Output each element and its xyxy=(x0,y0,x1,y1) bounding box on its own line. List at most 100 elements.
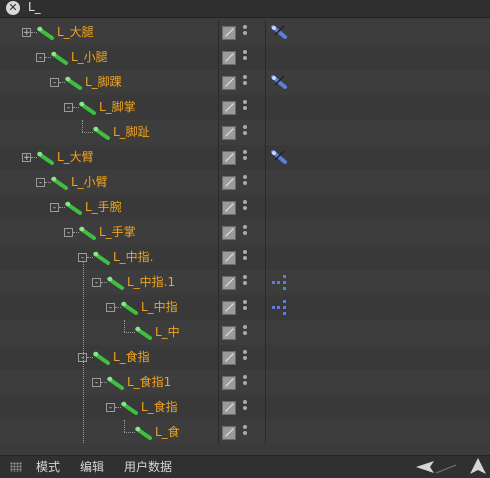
layer-toggle-icon[interactable] xyxy=(222,76,236,90)
visibility-dots-icon[interactable] xyxy=(243,225,247,239)
visibility-dots-icon[interactable] xyxy=(243,400,247,414)
menu-edit[interactable]: 编辑 xyxy=(80,456,104,478)
arrow-up-icon[interactable] xyxy=(470,458,486,476)
visibility-dots-icon[interactable] xyxy=(243,375,247,389)
object-label[interactable]: L_脚踝 xyxy=(85,70,122,95)
bone-tag-icon[interactable] xyxy=(270,24,287,40)
collapse-icon[interactable]: - xyxy=(78,253,87,263)
tree-row[interactable]: - L_手腕 xyxy=(0,195,490,221)
layer-toggle-icon[interactable] xyxy=(222,276,236,290)
object-label[interactable]: L_大臂 xyxy=(57,145,94,170)
collapse-icon[interactable]: - xyxy=(36,178,45,188)
object-label[interactable]: L_中指 xyxy=(141,295,178,320)
layer-toggle-icon[interactable] xyxy=(222,251,236,265)
object-label[interactable]: L_食指1 xyxy=(127,370,171,395)
tree-row[interactable]: - L_小腿 xyxy=(0,45,490,71)
tree-connector xyxy=(124,332,135,333)
expand-icon[interactable]: + xyxy=(22,153,31,163)
tree-row[interactable]: - L_中指. xyxy=(0,245,490,271)
layer-toggle-icon[interactable] xyxy=(222,301,236,315)
collapse-icon[interactable]: - xyxy=(50,78,59,88)
object-label[interactable]: L_手腕 xyxy=(85,195,122,220)
visibility-dots-icon[interactable] xyxy=(243,175,247,189)
object-label[interactable]: L_小臂 xyxy=(71,170,108,195)
tree-row[interactable]: - L_食指 xyxy=(0,345,490,371)
search-input[interactable]: L_ xyxy=(28,0,41,17)
tree-row[interactable]: - L_手掌 xyxy=(0,220,490,246)
tree-row[interactable]: L_脚趾 xyxy=(0,120,490,146)
collapse-icon[interactable]: - xyxy=(64,103,73,113)
visibility-dots-icon[interactable] xyxy=(243,50,247,64)
bone-tag-icon[interactable] xyxy=(270,74,287,90)
close-icon[interactable]: ✕ xyxy=(6,1,20,15)
layer-toggle-icon[interactable] xyxy=(222,326,236,340)
layer-toggle-icon[interactable] xyxy=(222,151,236,165)
tree-row[interactable]: - L_中指 xyxy=(0,295,490,321)
layer-toggle-icon[interactable] xyxy=(222,401,236,415)
tree-row[interactable]: - L_脚掌 xyxy=(0,95,490,121)
menu-mode[interactable]: 模式 xyxy=(36,456,60,478)
tree-row[interactable]: + L_大腿 xyxy=(0,20,490,46)
visibility-dots-icon[interactable] xyxy=(243,75,247,89)
visibility-dots-icon[interactable] xyxy=(243,325,247,339)
object-label[interactable]: L_食指 xyxy=(113,345,150,370)
ik-tag-icon[interactable] xyxy=(270,274,286,290)
search-bar[interactable]: ✕ L_ xyxy=(0,0,490,18)
visibility-dots-icon[interactable] xyxy=(243,275,247,289)
tree-row[interactable]: - L_食指1 xyxy=(0,370,490,396)
bone-icon xyxy=(79,225,97,240)
layer-toggle-icon[interactable] xyxy=(222,101,236,115)
tree-row[interactable]: - L_食指 xyxy=(0,395,490,421)
object-label[interactable]: L_中 xyxy=(155,320,180,345)
object-label[interactable]: L_小腿 xyxy=(71,45,108,70)
bone-tag-icon[interactable] xyxy=(270,149,287,165)
ik-tag-icon[interactable] xyxy=(270,299,286,315)
arrow-left-icon[interactable] xyxy=(416,459,460,476)
bone-icon xyxy=(65,200,83,215)
object-label[interactable]: L_食指 xyxy=(141,395,178,420)
visibility-dots-icon[interactable] xyxy=(243,350,247,364)
object-label[interactable]: L_中指.1 xyxy=(127,270,175,295)
collapse-icon[interactable]: - xyxy=(92,378,101,388)
collapse-icon[interactable]: - xyxy=(106,403,115,413)
tree-row[interactable]: - L_中指.1 xyxy=(0,270,490,296)
object-label[interactable]: L_食 xyxy=(155,420,180,444)
bone-icon xyxy=(107,375,125,390)
visibility-dots-icon[interactable] xyxy=(243,150,247,164)
collapse-icon[interactable]: - xyxy=(36,53,45,63)
visibility-dots-icon[interactable] xyxy=(243,200,247,214)
visibility-dots-icon[interactable] xyxy=(243,300,247,314)
tree-row[interactable]: - L_小臂 xyxy=(0,170,490,196)
visibility-dots-icon[interactable] xyxy=(243,125,247,139)
visibility-dots-icon[interactable] xyxy=(243,100,247,114)
layer-toggle-icon[interactable] xyxy=(222,201,236,215)
tree-row[interactable]: + L_大臂 xyxy=(0,145,490,171)
visibility-dots-icon[interactable] xyxy=(243,425,247,439)
layer-toggle-icon[interactable] xyxy=(222,226,236,240)
layer-toggle-icon[interactable] xyxy=(222,26,236,40)
layer-toggle-icon[interactable] xyxy=(222,426,236,440)
tree-row[interactable]: L_中 xyxy=(0,320,490,346)
collapse-icon[interactable]: - xyxy=(106,303,115,313)
tree-row[interactable]: L_食 xyxy=(0,420,490,444)
layer-toggle-icon[interactable] xyxy=(222,351,236,365)
visibility-dots-icon[interactable] xyxy=(243,250,247,264)
tree-row[interactable]: - L_脚踝 xyxy=(0,70,490,96)
visibility-dots-icon[interactable] xyxy=(243,25,247,39)
object-label[interactable]: L_中指. xyxy=(113,245,154,270)
layer-toggle-icon[interactable] xyxy=(222,176,236,190)
collapse-icon[interactable]: - xyxy=(50,203,59,213)
object-label[interactable]: L_脚趾 xyxy=(113,120,150,145)
layer-toggle-icon[interactable] xyxy=(222,376,236,390)
collapse-icon[interactable]: - xyxy=(92,278,101,288)
expand-icon[interactable]: + xyxy=(22,28,31,38)
object-label[interactable]: L_手掌 xyxy=(99,220,136,245)
layer-toggle-icon[interactable] xyxy=(222,51,236,65)
grip-icon[interactable] xyxy=(10,462,22,472)
object-label[interactable]: L_大腿 xyxy=(57,20,94,45)
object-label[interactable]: L_脚掌 xyxy=(99,95,136,120)
collapse-icon[interactable]: - xyxy=(64,228,73,238)
tree-connector xyxy=(124,432,135,433)
menu-user-data[interactable]: 用户数据 xyxy=(124,456,172,478)
layer-toggle-icon[interactable] xyxy=(222,126,236,140)
